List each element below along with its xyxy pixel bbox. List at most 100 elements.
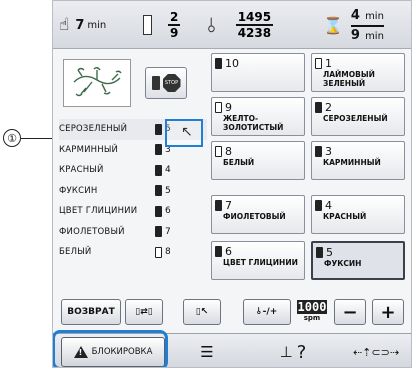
needle-color-name: ЦВЕТ ГЛИЦИНИИ <box>223 258 298 267</box>
time-color-unit: min <box>365 10 384 22</box>
speed-display: 1000 spm <box>296 298 328 324</box>
needle-button-2[interactable]: 2 СЕРОЗЕЛЕНЫЙ <box>311 97 405 136</box>
needle-color-name: ФИОЛЕТОВЫЙ <box>223 212 286 221</box>
needle-color-name: СЕРОЗЕЛЕНЫЙ <box>323 114 388 123</box>
swap-spools-button[interactable]: ▯⇄▯ <box>125 299 163 325</box>
needle-number: 5 <box>165 185 171 196</box>
color-list-item[interactable]: ЦВЕТ ГЛИЦИНИИ 6 <box>59 201 207 222</box>
spool-icon <box>315 199 322 211</box>
speed-unit: spm <box>303 314 321 322</box>
time-elapsed: ☝ 7 min <box>59 7 137 43</box>
needle-number: 9 <box>225 100 232 114</box>
needle-number: 7 <box>225 198 232 212</box>
needle-button-3[interactable]: 3 КАРМИННЫЙ <box>311 141 405 180</box>
spool-icon <box>316 246 323 258</box>
swap-spools-icon: ▯⇄▯ <box>135 307 153 317</box>
needle-number: 3 <box>325 144 332 158</box>
lock-button[interactable]: БЛОКИРОВКА <box>53 330 168 367</box>
color-list-item[interactable]: ФИОЛЕТОВЫЙ 7 <box>59 222 207 243</box>
speed-down-button[interactable]: − <box>334 299 366 325</box>
spool-icon <box>315 145 322 157</box>
spool-icon <box>155 205 162 217</box>
needle-button-8[interactable]: 8 БЕЛЫЙ <box>211 141 305 180</box>
spool-icon <box>155 164 162 176</box>
lock-highlight <box>53 330 168 367</box>
color-total: 9 <box>170 26 179 40</box>
color-counter: 2 9 <box>143 7 203 43</box>
time-elapsed-value: 7 <box>75 17 85 33</box>
needle-number: 8 <box>165 247 171 258</box>
color-list-item[interactable]: КРАСНЫЙ 4 <box>59 160 207 181</box>
needle-number: 1 <box>325 56 332 70</box>
time-color-value: 4 <box>350 7 360 23</box>
time-total-value: 9 <box>350 27 360 43</box>
spool-icon <box>155 144 162 156</box>
color-name: СЕРОЗЕЛЕНЫЙ <box>59 124 128 135</box>
stop-button[interactable]: STOP <box>145 67 187 99</box>
needle-select-icon: ▯↖ <box>195 307 209 317</box>
needle-number: 10 <box>225 56 239 70</box>
spool-icon <box>155 246 162 258</box>
machine-icon: ⊥ <box>279 343 293 361</box>
needle-number: 7 <box>165 226 171 237</box>
spool-icon <box>215 101 222 113</box>
needle-offset-button[interactable]: ⫰ -/+ <box>243 299 291 325</box>
needle-button-7[interactable]: 7 ФИОЛЕТОВЫЙ <box>211 195 305 234</box>
stitch-counter: ⫰ 1495 4238 <box>207 7 317 43</box>
needle-adjust-icon: ↖ <box>181 124 193 140</box>
bottom-bar: БЛОКИРОВКА ☰ ⊥ ? ⇠⇡⊂⊃⇢ <box>53 330 411 367</box>
needle-number: 6 <box>165 206 171 217</box>
spool-icon <box>151 76 160 90</box>
stitch-total: 4238 <box>237 26 272 40</box>
hourglass-icon: ⌛ <box>323 15 343 35</box>
needle-color-name: КРАСНЫЙ <box>323 212 367 221</box>
spool-icon <box>315 101 322 113</box>
needle-color-name: КАРМИННЫЙ <box>323 158 381 167</box>
needle-button-4[interactable]: 4 КРАСНЫЙ <box>311 195 405 234</box>
needle-number: 4 <box>165 165 171 176</box>
warning-icon <box>73 346 88 358</box>
needle-number: 6 <box>225 244 232 258</box>
needle-number: 2 <box>325 100 332 114</box>
spool-icon <box>215 199 222 211</box>
needle-number: 4 <box>325 198 332 212</box>
callout-marker: ① <box>3 129 21 147</box>
embroidery-screen: ☝ 7 min 2 9 ⫰ 1495 4238 ⌛ 4 min 9 min ST… <box>52 0 412 368</box>
color-list-item[interactable]: ФУКСИН 5 <box>59 181 207 202</box>
list-icon: ☰ <box>200 343 214 361</box>
status-bar: ☝ 7 min 2 9 ⫰ 1495 4238 ⌛ 4 min 9 min <box>53 1 411 49</box>
needle-number: 8 <box>225 144 232 158</box>
spool-icon <box>215 145 222 157</box>
needle-color-name: ЛАЙМОВЫЙ ЗЕЛЕНЫЙ <box>323 70 375 88</box>
needle-select-button[interactable]: ▯↖ <box>183 299 221 325</box>
needle-color-name: БЕЛЫЙ <box>223 158 255 167</box>
stitch-current: 1495 <box>235 10 274 26</box>
current-needle-highlight: ↖ <box>165 119 203 147</box>
needle-button-10[interactable]: 10 <box>211 53 305 92</box>
needle-color-name: ФУКСИН <box>324 259 362 268</box>
spool-icon <box>215 57 222 69</box>
spool-icon <box>155 123 162 135</box>
color-name: ЦВЕТ ГЛИЦИНИИ <box>59 206 138 217</box>
embroidery-preview <box>63 59 131 107</box>
back-button[interactable]: ВОЗВРАТ <box>61 299 121 325</box>
color-name: ФИОЛЕТОВЫЙ <box>59 226 125 237</box>
help-button[interactable]: ⊥ ? <box>253 339 333 365</box>
needle-offset-icon: ⫰ <box>256 307 261 317</box>
color-name: КРАСНЫЙ <box>59 165 104 176</box>
color-name: БЕЛЫЙ <box>59 247 92 258</box>
needle-button-9[interactable]: 9 ЖЕЛТО-ЗОЛОТИСТЫЙ <box>211 97 305 136</box>
speed-up-button[interactable]: + <box>372 299 404 325</box>
color-name: КАРМИННЫЙ <box>59 144 119 155</box>
speed-value: 1000 <box>296 300 328 314</box>
color-list-item[interactable]: БЕЛЫЙ 8 <box>59 242 207 263</box>
color-current: 2 <box>168 10 181 26</box>
needle-button-5[interactable]: 5 ФУКСИН <box>311 241 405 280</box>
frame-move-button[interactable]: ⇠⇡⊂⊃⇢ <box>345 339 407 365</box>
needle-button-1[interactable]: 1 ЛАЙМОВЫЙ ЗЕЛЕНЫЙ <box>311 53 405 92</box>
needle-number: 5 <box>326 245 333 259</box>
list-button[interactable]: ☰ <box>177 339 237 365</box>
needle-offset-label: -/+ <box>262 307 278 317</box>
spool-icon <box>215 245 222 257</box>
needle-button-6[interactable]: 6 ЦВЕТ ГЛИЦИНИИ <box>211 241 305 280</box>
